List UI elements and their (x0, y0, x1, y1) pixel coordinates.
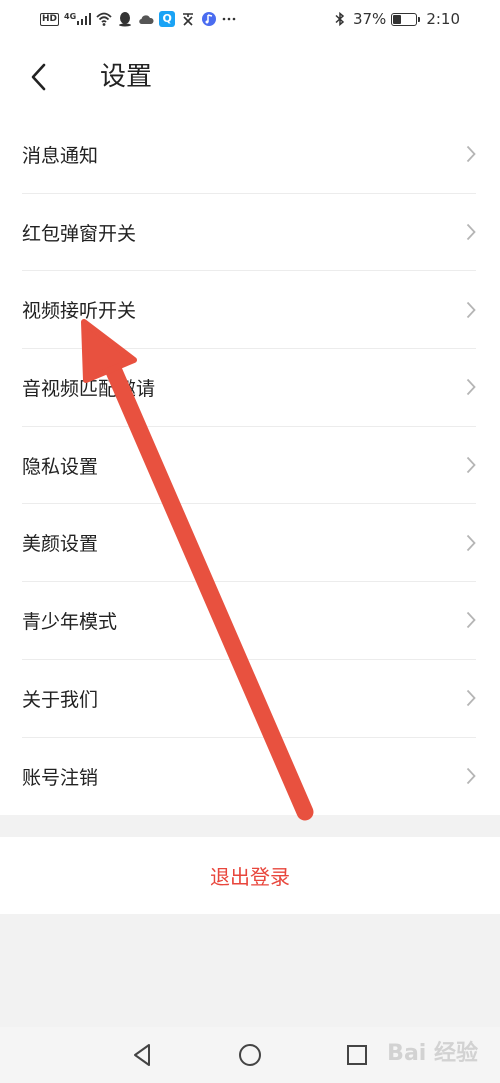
page-title: 设置 (100, 62, 153, 92)
wifi-icon (96, 12, 112, 26)
status-bar: HD 4G Q 37% 2:10 (0, 0, 500, 38)
settings-item-account-deletion[interactable]: 账号注销 (22, 738, 476, 816)
settings-item-beauty[interactable]: 美颜设置 (22, 504, 476, 583)
chevron-right-icon (466, 456, 476, 474)
chevron-right-icon (466, 301, 476, 318)
settings-item-label: 消息通知 (22, 144, 99, 167)
chevron-right-icon (466, 612, 476, 629)
settings-item-label: 视频接听开关 (22, 300, 137, 323)
chevron-right-icon (466, 379, 476, 396)
settings-item-video-answer[interactable]: 视频接听开关 (22, 271, 476, 350)
logout-label: 退出登录 (210, 865, 290, 889)
nav-home-icon[interactable] (236, 1041, 264, 1069)
battery-icon (391, 12, 421, 26)
settings-item-privacy[interactable]: 隐私设置 (22, 427, 476, 505)
status-bar-right: 37% 2:10 (332, 10, 460, 28)
chevron-right-icon (466, 534, 476, 551)
settings-item-youth-mode[interactable]: 青少年模式 (22, 582, 476, 660)
watermark-logo: Bai 经验 (387, 1041, 478, 1066)
chevron-right-icon (466, 690, 476, 707)
qq-icon (119, 12, 132, 27)
app-header: 设置 (0, 38, 500, 116)
settings-item-label: 青少年模式 (22, 610, 118, 633)
nav-recents-icon[interactable] (343, 1041, 371, 1069)
settings-item-about-us[interactable]: 关于我们 (22, 660, 476, 738)
bluetooth-icon (335, 11, 345, 27)
cloud-icon (139, 15, 154, 25)
more-icon (222, 17, 236, 21)
settings-item-av-match-invite[interactable]: 音视频匹配邀请 (22, 349, 476, 427)
back-arrow-icon[interactable] (28, 62, 50, 92)
settings-item-label: 音视频匹配邀请 (22, 377, 156, 400)
text-app-icon (183, 13, 194, 26)
settings-item-label: 账号注销 (22, 766, 99, 789)
settings-item-label: 隐私设置 (22, 455, 99, 478)
nav-back-icon[interactable] (129, 1041, 157, 1069)
chevron-right-icon (466, 223, 476, 241)
hd-icon: HD (40, 12, 60, 26)
clock: 2:10 (426, 10, 460, 28)
settings-item-red-packet-popup[interactable]: 红包弹窗开关 (22, 194, 476, 272)
settings-item-label: 美颜设置 (22, 533, 99, 556)
chevron-right-icon (466, 146, 476, 163)
battery-level-fill (393, 14, 401, 24)
signal-icon: 4G (64, 12, 92, 25)
settings-item-message-notification[interactable]: 消息通知 (22, 116, 476, 194)
network-type-label: 4G (64, 12, 77, 21)
logout-button[interactable]: 退出登录 (0, 837, 500, 914)
chevron-right-icon (466, 768, 476, 785)
status-bar-left: HD 4G Q (40, 11, 236, 27)
battery-percent: 37% (352, 10, 387, 28)
search-app-icon: Q (159, 11, 176, 27)
settings-item-label: 关于我们 (22, 688, 99, 711)
settings-item-label: 红包弹窗开关 (22, 222, 137, 245)
music-app-icon (202, 12, 217, 26)
settings-list: 消息通知 红包弹窗开关 视频接听开关 音视频匹配邀请 隐私设置 美颜设置 青少年… (0, 116, 500, 815)
